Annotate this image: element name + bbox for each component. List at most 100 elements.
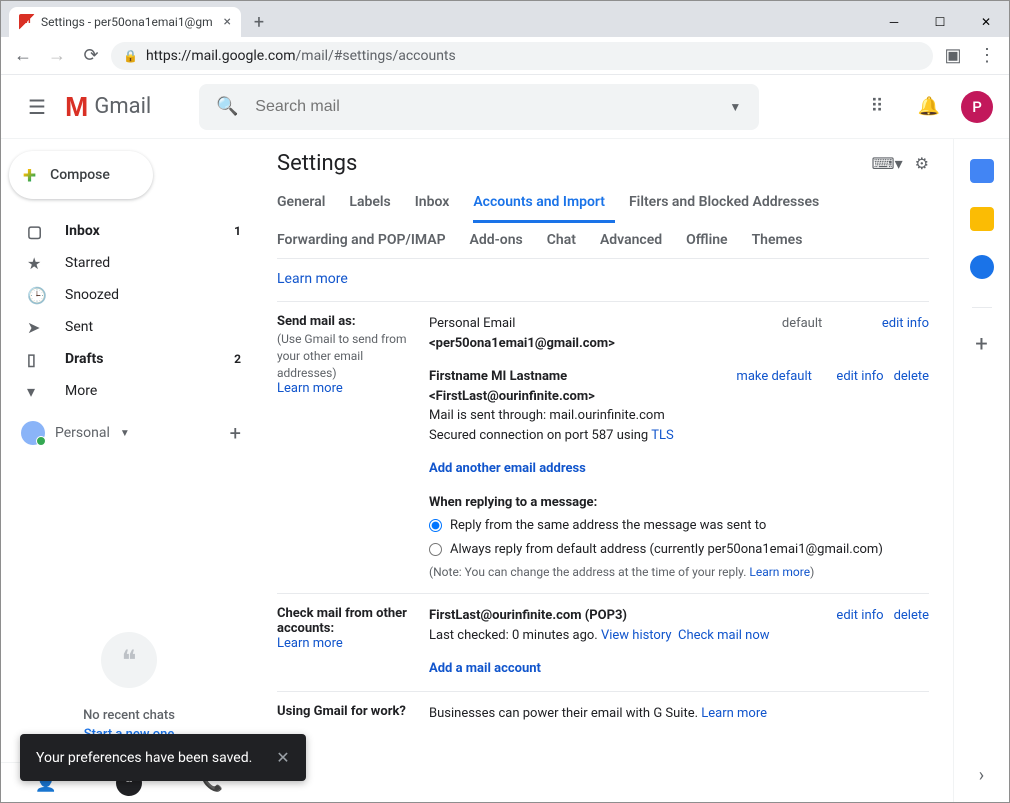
apps-grid-icon[interactable]: ⠿: [857, 87, 897, 127]
section-title: Check mail from other accounts:: [277, 606, 417, 636]
sidebar-item-label: Snoozed: [65, 287, 119, 303]
nav-back-button[interactable]: ←: [9, 42, 37, 70]
search-icon[interactable]: 🔍: [207, 87, 247, 127]
tab-advanced[interactable]: Advanced: [600, 222, 672, 258]
reply-default-address-radio[interactable]: [429, 543, 442, 556]
toast-close-button[interactable]: ✕: [276, 748, 289, 767]
tab-forwarding[interactable]: Forwarding and POP/IMAP: [277, 222, 456, 258]
tab-addons[interactable]: Add-ons: [470, 222, 533, 258]
notifications-icon[interactable]: 🔔: [909, 87, 949, 127]
make-default-link[interactable]: make default: [736, 369, 811, 384]
reply-option-label[interactable]: Always reply from default address (curre…: [450, 540, 883, 560]
file-icon: ▯: [27, 350, 47, 369]
reply-heading: When replying to a message:: [429, 493, 929, 513]
side-panel-toggle[interactable]: ›: [979, 765, 984, 786]
input-tools-icon[interactable]: ⌨▾: [872, 154, 903, 173]
gmail-logo[interactable]: M Gmail: [65, 91, 151, 123]
sidebar-item-starred[interactable]: ★ Starred: [1, 247, 257, 279]
settings-tabs: General Labels Inbox Accounts and Import…: [277, 184, 929, 259]
nav-forward-button[interactable]: →: [43, 42, 71, 70]
gmail-header: ☰ M Gmail 🔍 ▼ ⠿ 🔔 P: [1, 75, 1009, 139]
add-addon-button[interactable]: +: [975, 332, 987, 357]
tab-labels[interactable]: Labels: [349, 184, 400, 222]
section-subtitle: (Use Gmail to send from your other email…: [277, 331, 417, 381]
new-tab-button[interactable]: +: [245, 8, 273, 36]
tab-inbox[interactable]: Inbox: [415, 184, 460, 222]
inbox-icon: ▢: [27, 222, 47, 241]
account-security-detail: Secured connection on port 587 using TLS: [429, 426, 736, 446]
search-box[interactable]: 🔍 ▼: [199, 84, 759, 130]
edit-info-link[interactable]: edit info: [836, 606, 883, 645]
main-menu-button[interactable]: ☰: [17, 87, 57, 127]
section-check-mail: Check mail from other accounts: Learn mo…: [277, 593, 929, 691]
tab-filters[interactable]: Filters and Blocked Addresses: [629, 184, 829, 222]
window-close-button[interactable]: ✕: [963, 7, 1009, 37]
gsuite-text: Businesses can power their email with G …: [429, 706, 701, 721]
learn-more-link[interactable]: Learn more: [277, 636, 343, 651]
search-input[interactable]: [255, 98, 711, 116]
learn-more-link[interactable]: Learn more: [277, 271, 348, 287]
browser-menu-icon[interactable]: ⋮: [973, 42, 1001, 70]
sidebar-item-more[interactable]: ▾ More: [1, 375, 257, 407]
hangouts-empty-text: No recent chats: [21, 708, 237, 723]
chat-bubble-icon: ❝: [101, 632, 157, 688]
browser-profile-icon[interactable]: ▣: [939, 42, 967, 70]
sidebar-item-drafts[interactable]: ▯ Drafts 2: [1, 343, 257, 375]
browser-tabstrip: Settings - per50ona1emai1@gm × + ─ ☐ ✕: [1, 1, 1009, 37]
account-address: <per50ona1emai1@gmail.com>: [429, 334, 782, 354]
search-options-icon[interactable]: ▼: [719, 100, 751, 114]
add-mail-account-link[interactable]: Add a mail account: [429, 661, 541, 676]
sidebar-item-snoozed[interactable]: 🕒 Snoozed: [1, 279, 257, 311]
default-label: default: [782, 314, 882, 353]
learn-more-link[interactable]: Learn more: [277, 381, 343, 396]
pop-account-address: FirstLast@ourinfinite.com (POP3): [429, 606, 836, 626]
sidebar-item-label: More: [65, 383, 97, 399]
account-address: <FirstLast@ourinfinite.com>: [429, 387, 736, 407]
gear-icon[interactable]: ⚙: [915, 154, 929, 173]
sidebar-item-sent[interactable]: ➤ Sent: [1, 311, 257, 343]
compose-label: Compose: [50, 167, 110, 183]
tab-offline[interactable]: Offline: [686, 222, 737, 258]
tasks-addon-icon[interactable]: [970, 255, 994, 279]
sidebar-item-label: Drafts: [65, 351, 103, 367]
window-maximize-button[interactable]: ☐: [917, 7, 963, 37]
delete-link[interactable]: delete: [894, 606, 929, 645]
sidebar: + Compose ▢ Inbox 1 ★ Starred 🕒 Snoozed: [1, 139, 257, 802]
calendar-addon-icon[interactable]: [970, 159, 994, 183]
tab-themes[interactable]: Themes: [752, 222, 813, 258]
sidebar-item-inbox[interactable]: ▢ Inbox 1: [1, 215, 257, 247]
reply-option-label[interactable]: Reply from the same address the message …: [450, 516, 766, 536]
clock-icon: 🕒: [27, 286, 47, 305]
window-minimize-button[interactable]: ─: [871, 7, 917, 37]
hangouts-account-row[interactable]: Personal ▼ +: [1, 421, 257, 445]
gmail-favicon-icon: [19, 14, 35, 30]
sidebar-item-label: Starred: [65, 255, 110, 271]
learn-more-link[interactable]: Learn more: [701, 706, 767, 721]
pop-account-status: Last checked: 0 minutes ago. View histor…: [429, 626, 836, 646]
gmail-m-icon: M: [65, 91, 88, 123]
tab-chat[interactable]: Chat: [547, 222, 586, 258]
view-history-link[interactable]: View history: [601, 628, 672, 643]
new-hangout-button[interactable]: +: [230, 421, 241, 445]
account-avatar[interactable]: P: [961, 91, 993, 123]
learn-more-link[interactable]: Learn more: [749, 565, 810, 579]
side-panel-separator: [972, 307, 992, 308]
tab-general[interactable]: General: [277, 184, 335, 222]
nav-reload-button[interactable]: ⟳: [77, 42, 105, 70]
tab-close-icon[interactable]: ×: [224, 14, 231, 30]
check-mail-now-link[interactable]: Check mail now: [678, 628, 770, 643]
tab-accounts-import[interactable]: Accounts and Import: [473, 184, 615, 223]
compose-button[interactable]: + Compose: [9, 151, 153, 199]
delete-link[interactable]: delete: [894, 367, 929, 445]
browser-tab[interactable]: Settings - per50ona1emai1@gm ×: [9, 7, 241, 37]
keep-addon-icon[interactable]: [970, 207, 994, 231]
sidebar-item-label: Inbox: [65, 223, 100, 239]
address-bar[interactable]: 🔒 https://mail.google.com/mail/#settings…: [111, 42, 933, 70]
edit-info-link[interactable]: edit info: [836, 367, 883, 445]
browser-toolbar: ← → ⟳ 🔒 https://mail.google.com/mail/#se…: [1, 37, 1009, 75]
add-email-address-link[interactable]: Add another email address: [429, 461, 586, 476]
tls-link[interactable]: TLS: [651, 428, 673, 443]
edit-info-link[interactable]: edit info: [882, 316, 929, 331]
reply-same-address-radio[interactable]: [429, 519, 442, 532]
personal-label: Personal: [55, 425, 110, 441]
